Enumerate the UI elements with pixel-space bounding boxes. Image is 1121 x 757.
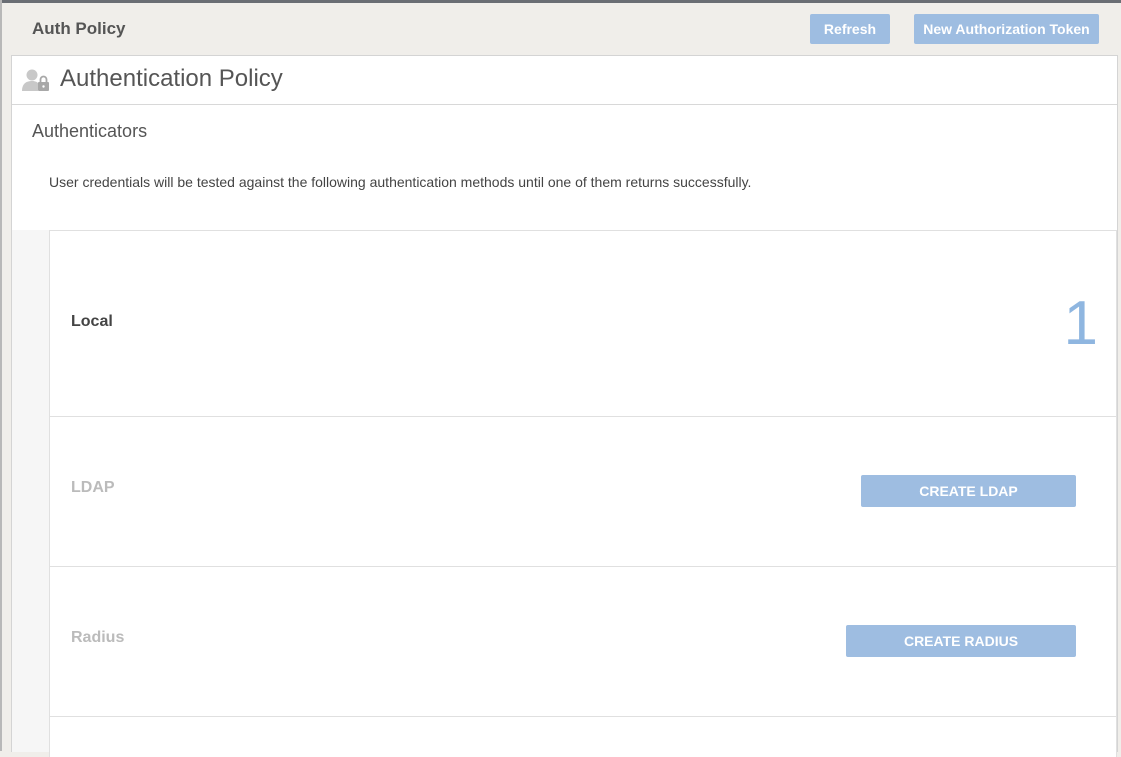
authenticator-list: Local 1 LDAP CREATE LDAP AUTHENTICATOR R… <box>49 230 1117 757</box>
create-radius-authenticator-button[interactable]: CREATE RADIUS AUTHENTICATOR <box>846 625 1076 681</box>
user-lock-icon <box>22 69 49 91</box>
authenticator-name: LDAP <box>71 479 115 496</box>
authenticator-name: Radius <box>71 629 125 646</box>
authenticator-count: 1 <box>1063 289 1098 358</box>
window-left-edge <box>0 0 2 751</box>
refresh-button[interactable]: Refresh <box>810 14 890 44</box>
authenticator-row-ldap: LDAP CREATE LDAP AUTHENTICATOR <box>49 416 1117 567</box>
list-gutter <box>12 230 49 752</box>
panel-header: Authentication Policy <box>12 56 1117 105</box>
authenticator-row-local[interactable]: Local 1 <box>49 230 1117 417</box>
auth-policy-panel: Authentication Policy Authenticators Use… <box>11 55 1118 757</box>
authenticator-name: Local <box>71 313 113 330</box>
panel-title: Authentication Policy <box>60 65 283 92</box>
authenticators-description: User credentials will be tested against … <box>49 174 752 190</box>
new-authorization-token-button[interactable]: New Authorization Token <box>914 14 1099 44</box>
authenticators-heading: Authenticators <box>32 121 148 141</box>
create-ldap-authenticator-button[interactable]: CREATE LDAP AUTHENTICATOR <box>861 475 1076 531</box>
page-header-title: Auth Policy <box>32 19 126 38</box>
authenticator-row-radius: Radius CREATE RADIUS AUTHENTICATOR <box>49 566 1117 717</box>
page-header: Auth Policy Refresh New Authorization To… <box>2 3 1121 55</box>
